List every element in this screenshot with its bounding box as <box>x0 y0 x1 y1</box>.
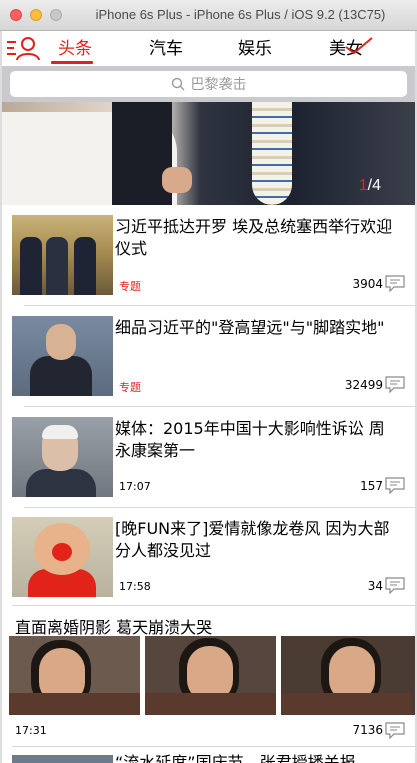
tab-auto[interactable]: 汽车 <box>149 36 183 62</box>
window-title: iPhone 6s Plus - iPhone 6s Plus / iOS 9.… <box>95 7 386 22</box>
comment-icon[interactable] <box>385 376 405 393</box>
gallery-image[interactable] <box>9 636 140 715</box>
headline-banner-image[interactable] <box>2 102 415 205</box>
window-zoom-button[interactable] <box>50 9 62 21</box>
search-input[interactable]: 巴黎袭击 <box>10 71 407 97</box>
comment-count: 3904 <box>352 277 383 291</box>
active-tab-indicator <box>51 61 93 64</box>
news-headline: 媒体：2015年中国十大影响性诉讼 周永康案第一 <box>115 419 385 460</box>
topic-tag: 专题 <box>119 280 141 293</box>
channel-edit-check-icon[interactable] <box>342 35 374 57</box>
banner-pager: 1/4 <box>359 177 381 195</box>
pager-current: 1 <box>358 177 368 194</box>
news-thumbnail <box>12 755 113 763</box>
search-placeholder: 巴黎袭击 <box>190 77 247 93</box>
comment-icon[interactable] <box>385 577 405 594</box>
news-headline: 习近平抵达开罗 埃及总统塞西举行欢迎仪式 <box>115 217 393 258</box>
news-item[interactable]: 细品习近平的"登高望远"与"脚踏实地" 专题 32499 <box>2 306 415 407</box>
news-item[interactable]: 媒体：2015年中国十大影响性诉讼 周永康案第一 17:07 157 <box>2 407 415 508</box>
topic-tag: 专题 <box>119 381 141 394</box>
window-close-button[interactable] <box>10 9 22 21</box>
search-icon <box>171 77 184 91</box>
app-screen: 头条 汽车 娱乐 美女 巴黎袭击 1/4 习近平抵达开罗 埃及总统塞西举行欢迎仪… <box>0 31 417 763</box>
publish-time: 17:31 <box>15 724 47 737</box>
publish-time: 17:58 <box>119 580 151 593</box>
comment-icon[interactable] <box>385 275 405 292</box>
comment-count: 32499 <box>344 378 383 392</box>
tab-entertainment[interactable]: 娱乐 <box>238 36 272 62</box>
news-item[interactable]: [晚FUN来了]爱情就像龙卷风 因为大部分人都没见过 17:58 34 <box>2 507 415 608</box>
gallery-title[interactable]: 直面离婚阴影 葛天崩溃大哭 <box>15 614 212 638</box>
simulator-title-bar: iPhone 6s Plus - iPhone 6s Plus / iOS 9.… <box>0 0 417 31</box>
user-menu-icon[interactable] <box>6 36 42 62</box>
comment-count: 157 <box>360 479 383 493</box>
channel-tab-bar: 头条 汽车 娱乐 美女 <box>2 31 415 66</box>
search-area: 巴黎袭击 <box>2 66 415 102</box>
comment-icon[interactable] <box>385 722 405 739</box>
publish-time: 17:07 <box>119 480 151 493</box>
gallery-image[interactable] <box>281 636 415 715</box>
news-item[interactable]: 习近平抵达开罗 埃及总统塞西举行欢迎仪式 专题 3904 <box>2 205 415 306</box>
news-headline: 细品习近平的"登高望远"与"脚踏实地" <box>115 318 385 337</box>
window-minimize-button[interactable] <box>30 9 42 21</box>
row-divider <box>12 746 415 747</box>
news-thumbnail <box>12 417 113 497</box>
news-thumbnail <box>12 316 113 396</box>
gallery-image[interactable] <box>145 636 276 715</box>
row-divider <box>12 605 415 606</box>
comment-icon[interactable] <box>385 477 405 494</box>
tab-headlines[interactable]: 头条 <box>58 36 92 62</box>
news-thumbnail <box>12 517 113 597</box>
comment-count: 7136 <box>352 723 383 737</box>
news-headline: [晚FUN来了]爱情就像龙卷风 因为大部分人都没见过 <box>115 519 390 560</box>
pager-total: /4 <box>367 177 381 194</box>
news-thumbnail <box>12 215 113 295</box>
news-headline[interactable]: “流水延席”国庆节，张君授播关报 <box>115 752 400 763</box>
comment-count: 34 <box>367 579 383 593</box>
